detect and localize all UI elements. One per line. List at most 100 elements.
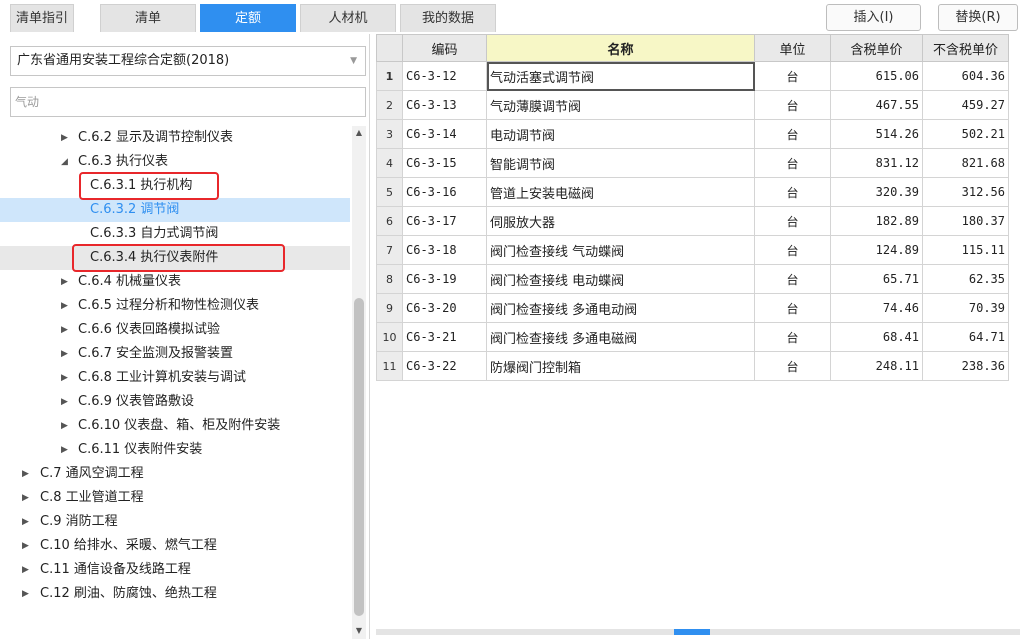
cell-price-without-tax[interactable]: 70.39 bbox=[922, 293, 1009, 323]
cell-price-with-tax[interactable]: 831.12 bbox=[830, 148, 923, 178]
tree-node[interactable]: ▶ C.10 给排水、采暖、燃气工程 bbox=[0, 534, 350, 558]
table-row[interactable]: 3 C6-3-14 电动调节阀 台 514.26 502.21 bbox=[376, 119, 1009, 149]
search-input[interactable]: 气动 bbox=[10, 87, 366, 117]
cell-name[interactable]: 伺服放大器 bbox=[486, 206, 755, 236]
cell-price-with-tax[interactable]: 182.89 bbox=[830, 206, 923, 236]
cell-name[interactable]: 阀门检查接线 多通电磁阀 bbox=[486, 322, 755, 352]
tree-node[interactable]: ▶ C.6.5 过程分析和物性检测仪表 bbox=[0, 294, 350, 318]
tab-bill[interactable]: 清单 bbox=[100, 4, 196, 32]
cell-price-without-tax[interactable]: 502.21 bbox=[922, 119, 1009, 149]
cell-unit[interactable]: 台 bbox=[754, 148, 831, 178]
cell-price-with-tax[interactable]: 74.46 bbox=[830, 293, 923, 323]
triangle-right-icon[interactable]: ▶ bbox=[61, 270, 68, 294]
insert-button[interactable]: 插入(I) bbox=[826, 4, 921, 31]
cell-unit[interactable]: 台 bbox=[754, 264, 831, 294]
cell-price-with-tax[interactable]: 467.55 bbox=[830, 90, 923, 120]
cell-code[interactable]: C6-3-17 bbox=[402, 206, 487, 236]
triangle-right-icon[interactable]: ▶ bbox=[22, 582, 29, 606]
column-header-name[interactable]: 名称 bbox=[486, 34, 755, 62]
cell-price-with-tax[interactable]: 514.26 bbox=[830, 119, 923, 149]
triangle-right-icon[interactable]: ▶ bbox=[61, 342, 68, 366]
tree-node[interactable]: ▶ C.8 工业管道工程 bbox=[0, 486, 350, 510]
table-row[interactable]: 6 C6-3-17 伺服放大器 台 182.89 180.37 bbox=[376, 206, 1009, 236]
tree-node[interactable]: ◢ C.6.3 执行仪表 bbox=[0, 150, 350, 174]
cell-price-with-tax[interactable]: 68.41 bbox=[830, 322, 923, 352]
cell-code[interactable]: C6-3-21 bbox=[402, 322, 487, 352]
tree-node[interactable]: ▶ C.7 通风空调工程 bbox=[0, 462, 350, 486]
tab-my-data[interactable]: 我的数据 bbox=[400, 4, 496, 32]
cell-price-with-tax[interactable]: 248.11 bbox=[830, 351, 923, 381]
table-row[interactable]: 11 C6-3-22 防爆阀门控制箱 台 248.11 238.36 bbox=[376, 351, 1009, 381]
triangle-right-icon[interactable]: ▶ bbox=[22, 462, 29, 486]
table-row[interactable]: 2 C6-3-13 气动薄膜调节阀 台 467.55 459.27 bbox=[376, 90, 1009, 120]
tree-node[interactable]: ▶ C.6.8 工业计算机安装与调试 bbox=[0, 366, 350, 390]
scroll-down-icon[interactable]: ▼ bbox=[354, 626, 364, 635]
table-row[interactable]: 4 C6-3-15 智能调节阀 台 831.12 821.68 bbox=[376, 148, 1009, 178]
triangle-right-icon[interactable]: ▶ bbox=[61, 318, 68, 342]
table-row[interactable]: 8 C6-3-19 阀门检查接线 电动蝶阀 台 65.71 62.35 bbox=[376, 264, 1009, 294]
column-header-code[interactable]: 编码 bbox=[402, 34, 487, 62]
table-row[interactable]: 9 C6-3-20 阀门检查接线 多通电动阀 台 74.46 70.39 bbox=[376, 293, 1009, 323]
cell-name[interactable]: 阀门检查接线 电动蝶阀 bbox=[486, 264, 755, 294]
tree-node[interactable]: ▶ C.6.10 仪表盘、箱、柜及附件安装 bbox=[0, 414, 350, 438]
cell-name[interactable]: 阀门检查接线 多通电动阀 bbox=[486, 293, 755, 323]
cell-price-without-tax[interactable]: 62.35 bbox=[922, 264, 1009, 294]
tree-node[interactable]: ▶ C.6.2 显示及调节控制仪表 bbox=[0, 126, 350, 150]
cell-unit[interactable]: 台 bbox=[754, 206, 831, 236]
cell-unit[interactable]: 台 bbox=[754, 119, 831, 149]
table-row[interactable]: 5 C6-3-16 管道上安装电磁阀 台 320.39 312.56 bbox=[376, 177, 1009, 207]
cell-code[interactable]: C6-3-16 bbox=[402, 177, 487, 207]
cell-price-with-tax[interactable]: 320.39 bbox=[830, 177, 923, 207]
tree-node[interactable]: ▶ C.6.7 安全监测及报警装置 bbox=[0, 342, 350, 366]
tree-node[interactable]: ▶ C.6.9 仪表管路敷设 bbox=[0, 390, 350, 414]
chevron-down-icon[interactable]: ▼ bbox=[350, 47, 357, 75]
triangle-right-icon[interactable]: ▶ bbox=[61, 366, 68, 390]
splitter-handle[interactable] bbox=[674, 629, 710, 635]
cell-price-without-tax[interactable]: 459.27 bbox=[922, 90, 1009, 120]
cell-price-without-tax[interactable]: 312.56 bbox=[922, 177, 1009, 207]
triangle-right-icon[interactable]: ▶ bbox=[61, 414, 68, 438]
table-row[interactable]: 1 C6-3-12 气动活塞式调节阀 台 615.06 604.36 bbox=[376, 61, 1009, 91]
cell-price-without-tax[interactable]: 821.68 bbox=[922, 148, 1009, 178]
scroll-up-icon[interactable]: ▲ bbox=[354, 128, 364, 137]
triangle-right-icon[interactable]: ▶ bbox=[22, 534, 29, 558]
cell-unit[interactable]: 台 bbox=[754, 177, 831, 207]
cell-unit[interactable]: 台 bbox=[754, 235, 831, 265]
cell-code[interactable]: C6-3-22 bbox=[402, 351, 487, 381]
horizontal-splitter[interactable] bbox=[376, 629, 1020, 635]
cell-unit[interactable]: 台 bbox=[754, 90, 831, 120]
cell-code[interactable]: C6-3-13 bbox=[402, 90, 487, 120]
cell-name[interactable]: 智能调节阀 bbox=[486, 148, 755, 178]
cell-price-without-tax[interactable]: 238.36 bbox=[922, 351, 1009, 381]
cell-unit[interactable]: 台 bbox=[754, 322, 831, 352]
tree-node[interactable]: ▶ C.12 刷油、防腐蚀、绝热工程 bbox=[0, 582, 350, 606]
triangle-right-icon[interactable]: ▶ bbox=[22, 486, 29, 510]
cell-code[interactable]: C6-3-20 bbox=[402, 293, 487, 323]
tree-node[interactable]: ▶ C.6.4 机械量仪表 bbox=[0, 270, 350, 294]
triangle-right-icon[interactable]: ▶ bbox=[61, 126, 68, 150]
tab-labor-material-machine[interactable]: 人材机 bbox=[300, 4, 396, 32]
tree-node[interactable]: ▶ C.11 通信设备及线路工程 bbox=[0, 558, 350, 582]
tree-node[interactable]: ▶ C.6.11 仪表附件安装 bbox=[0, 438, 350, 462]
cell-price-without-tax[interactable]: 64.71 bbox=[922, 322, 1009, 352]
cell-price-with-tax[interactable]: 124.89 bbox=[830, 235, 923, 265]
cell-name[interactable]: 气动活塞式调节阀 bbox=[486, 61, 755, 91]
cell-unit[interactable]: 台 bbox=[754, 293, 831, 323]
tab-quota[interactable]: 定额 bbox=[200, 4, 296, 32]
tree-scrollbar[interactable]: ▲ ▼ bbox=[352, 126, 366, 639]
cell-price-with-tax[interactable]: 615.06 bbox=[830, 61, 923, 91]
cell-name[interactable]: 气动薄膜调节阀 bbox=[486, 90, 755, 120]
triangle-right-icon[interactable]: ▶ bbox=[61, 294, 68, 318]
triangle-down-icon[interactable]: ◢ bbox=[61, 150, 68, 174]
tree-node-selected[interactable]: C.6.3.2 调节阀 bbox=[0, 198, 350, 222]
cell-price-with-tax[interactable]: 65.71 bbox=[830, 264, 923, 294]
cell-name[interactable]: 电动调节阀 bbox=[486, 119, 755, 149]
cell-code[interactable]: C6-3-15 bbox=[402, 148, 487, 178]
cell-price-without-tax[interactable]: 180.37 bbox=[922, 206, 1009, 236]
triangle-right-icon[interactable]: ▶ bbox=[61, 438, 68, 462]
replace-button[interactable]: 替换(R) bbox=[938, 4, 1018, 31]
triangle-right-icon[interactable]: ▶ bbox=[61, 390, 68, 414]
tree-node[interactable]: ▶ C.6.6 仪表回路模拟试验 bbox=[0, 318, 350, 342]
tree-node[interactable]: ▶ C.9 消防工程 bbox=[0, 510, 350, 534]
triangle-right-icon[interactable]: ▶ bbox=[22, 558, 29, 582]
